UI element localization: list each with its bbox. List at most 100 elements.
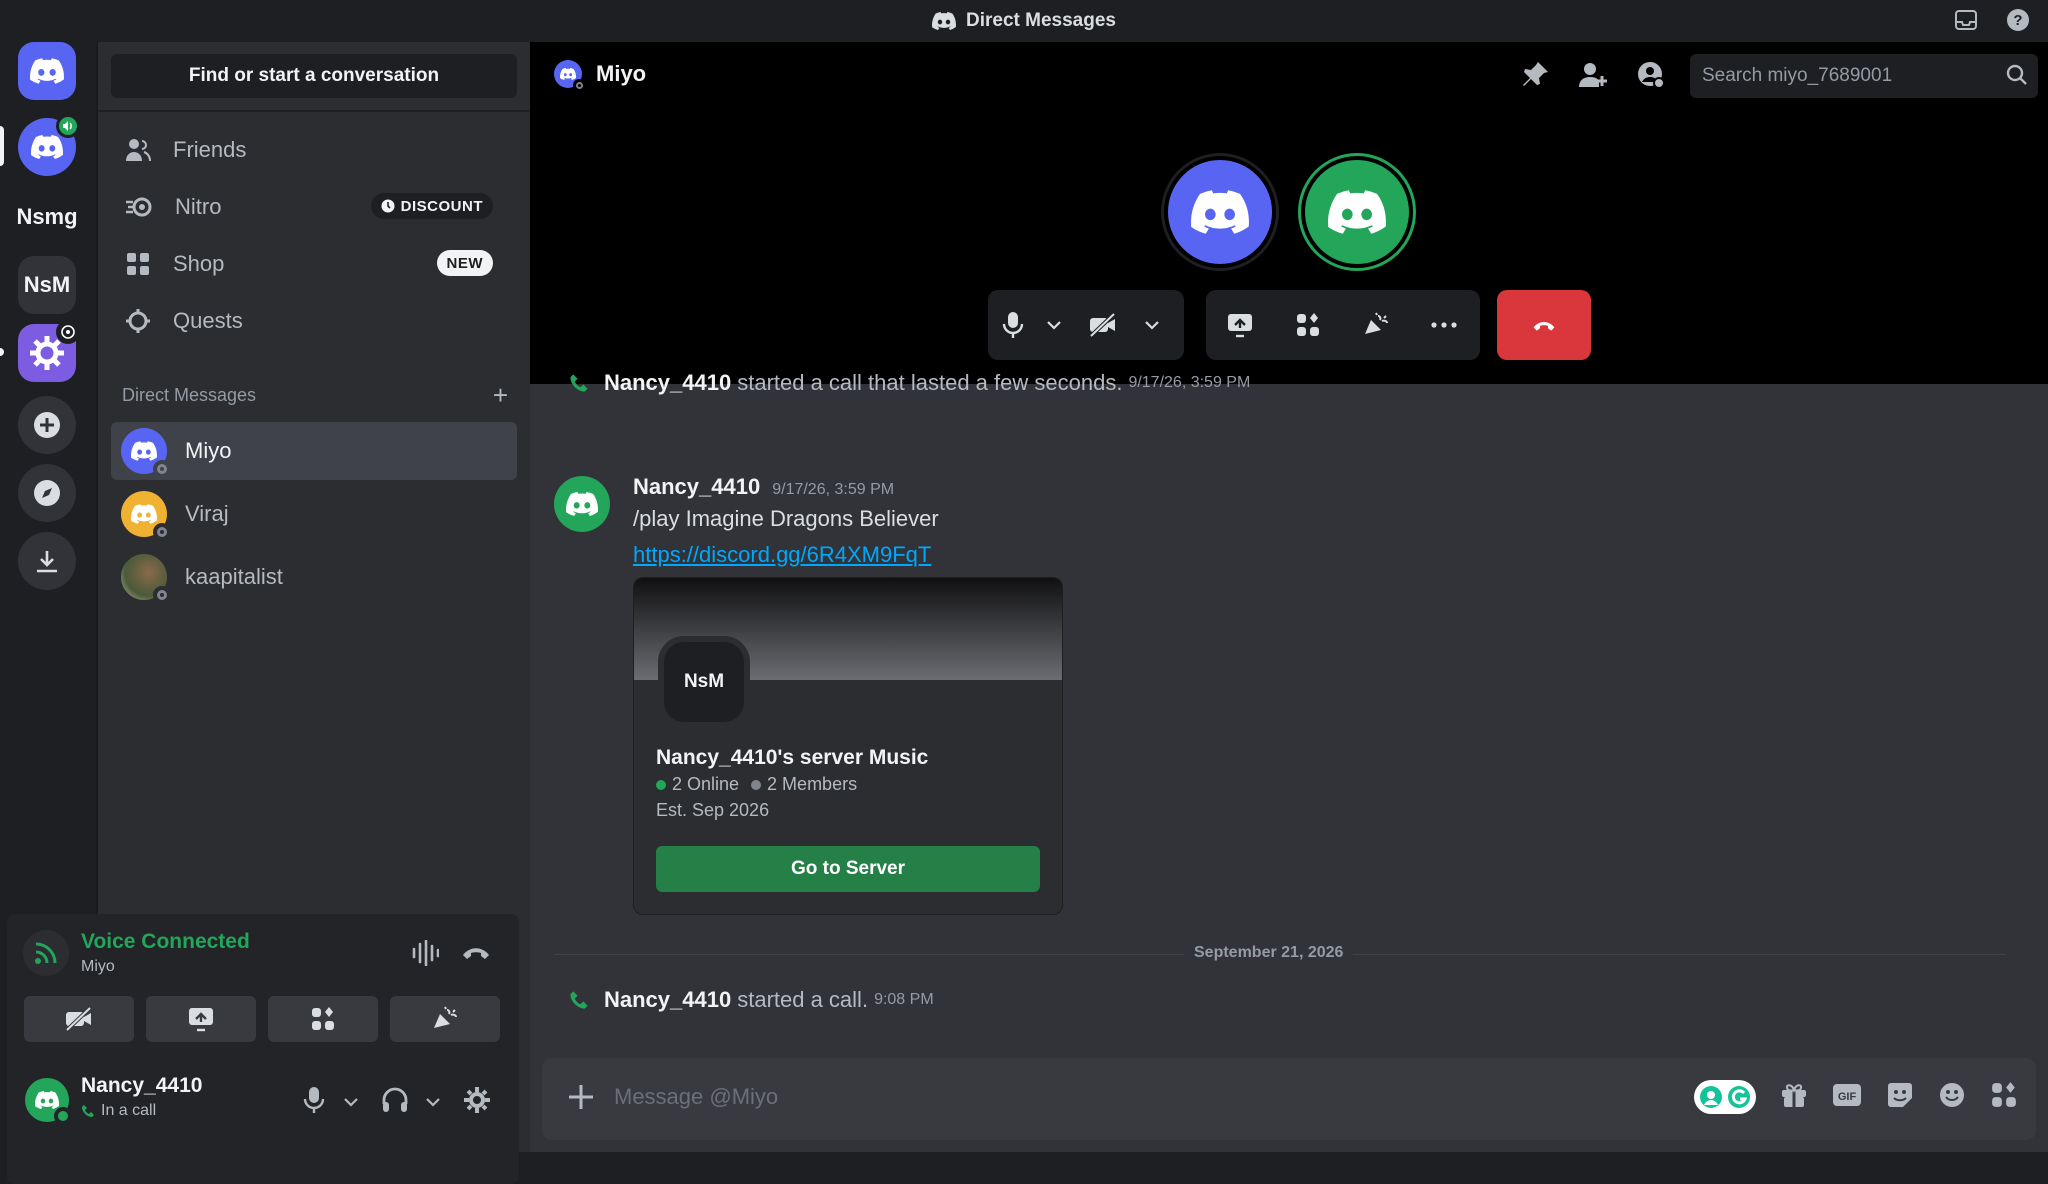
new-badge: NEW <box>436 250 493 276</box>
activities-button[interactable] <box>268 996 378 1042</box>
invite-link[interactable]: https://discord.gg/6R4XM9FqT <box>633 542 931 568</box>
create-dm-plus-icon[interactable]: + <box>493 380 508 411</box>
voice-connected-panel: Voice Connected Miyo Nancy_4410 In a cal… <box>7 914 519 1142</box>
search-input[interactable]: Search miyo_7689001 <box>1690 54 2038 98</box>
sticker-icon[interactable] <box>1886 1081 1914 1114</box>
soundboard-button[interactable] <box>390 996 500 1042</box>
selected-indicator <box>0 126 4 166</box>
message-author[interactable]: Nancy_4410 <box>604 370 731 396</box>
server-music-bot[interactable] <box>18 320 80 382</box>
activities-button[interactable] <box>1274 290 1342 360</box>
header-toolbar <box>1520 60 1666 95</box>
sidebar-item-quests[interactable]: Quests <box>111 295 517 347</box>
camera-toggle-button[interactable] <box>24 996 134 1042</box>
mic-chevron-down-icon[interactable] <box>1038 290 1070 360</box>
home-button[interactable] <box>18 42 76 100</box>
message-timestamp: 9/17/26, 3:59 PM <box>1128 374 1251 391</box>
message-input[interactable]: Message @Miyo <box>614 1084 778 1110</box>
channel-avatar <box>554 60 585 91</box>
message-text: /play Imagine Dragons Believer <box>633 506 939 531</box>
add-friends-to-dm-icon[interactable] <box>1578 60 1608 95</box>
screenshare-icon <box>189 1008 213 1032</box>
inbox-icon[interactable] <box>1952 6 1980 34</box>
mute-button[interactable] <box>988 290 1038 360</box>
discord-logo-icon <box>30 58 64 84</box>
soundboard-button[interactable] <box>1342 290 1410 360</box>
go-to-server-button[interactable]: Go to Server <box>656 846 1040 892</box>
mic-icon[interactable] <box>303 1086 325 1119</box>
window-title: Direct Messages <box>932 10 1116 32</box>
sidebar-item-friends[interactable]: Friends <box>111 124 517 176</box>
server-invite-card: NsM Nancy_4410's server Music 2 Online 2… <box>633 577 1063 915</box>
dm-name: Viraj <box>185 501 229 526</box>
more-options-icon[interactable] <box>1410 290 1478 360</box>
camera-button[interactable] <box>1070 290 1136 360</box>
user-avatar[interactable] <box>25 1078 72 1125</box>
sidebar-item-label: Nitro <box>175 194 222 219</box>
discord-logo-icon <box>932 12 956 30</box>
channel-name: Miyo <box>596 61 647 86</box>
headphones-icon[interactable] <box>381 1086 409 1119</box>
apps-icon[interactable] <box>1990 1081 2018 1114</box>
server-nsmg-label: Nsmg <box>16 204 78 229</box>
message-author[interactable]: Nancy_4410 <box>604 987 731 1013</box>
status-indicator <box>573 79 585 91</box>
voice-dm-avatar[interactable] <box>18 114 80 176</box>
user-status-text: In a call <box>101 1102 157 1119</box>
server-nsm[interactable]: NsM <box>18 256 76 314</box>
help-icon[interactable]: ? <box>2004 6 2032 34</box>
status-indicator <box>153 523 171 541</box>
message-author[interactable]: Nancy_4410 <box>633 474 760 500</box>
author-avatar[interactable] <box>554 476 610 532</box>
find-conversation-button[interactable]: Find or start a conversation <box>111 54 517 98</box>
attach-plus-icon[interactable] <box>564 1080 598 1119</box>
screenshare-button[interactable] <box>146 996 256 1042</box>
quests-icon <box>126 309 150 333</box>
mic-options-chevron-down-icon[interactable] <box>343 1094 359 1112</box>
grammarly-icon[interactable] <box>1694 1080 1756 1114</box>
voice-activity-icon[interactable] <box>411 939 440 971</box>
emoji-icon[interactable] <box>1938 1081 1966 1114</box>
svg-text:?: ? <box>2013 12 2022 29</box>
sidebar-item-shop[interactable]: Shop NEW <box>111 238 517 290</box>
call-participant-self[interactable] <box>1301 156 1413 268</box>
signal-icon <box>23 930 69 976</box>
gift-icon[interactable] <box>1780 1081 1808 1114</box>
disconnect-icon[interactable] <box>461 942 491 967</box>
disconnect-call-button[interactable] <box>1497 290 1591 360</box>
gif-icon[interactable]: GIF <box>1832 1082 1862 1113</box>
user-profile-icon[interactable] <box>1636 60 1666 95</box>
download-button[interactable] <box>18 532 76 590</box>
avatar <box>121 491 171 541</box>
dm-item-viraj[interactable]: Viraj <box>111 485 517 543</box>
hangup-icon <box>1533 322 1555 331</box>
discover-button[interactable] <box>18 464 76 522</box>
shop-icon <box>127 253 149 275</box>
settings-gear-icon[interactable] <box>463 1086 491 1119</box>
camera-off-icon <box>65 1006 92 1032</box>
screenshare-button[interactable] <box>1206 290 1274 360</box>
add-server-button[interactable] <box>18 396 76 454</box>
broadcast-icon <box>56 320 80 344</box>
main-chat-area: Miyo Search miyo_7689001 Nancy_4410 star… <box>530 42 2048 1152</box>
server-nsmg[interactable]: Nsmg <box>16 188 78 246</box>
invite-server-icon: NsM <box>658 636 750 728</box>
phone-icon <box>82 1105 94 1117</box>
online-count: 2 Online <box>672 774 740 794</box>
screenshare-icon <box>1228 314 1252 338</box>
members-dot <box>751 779 762 790</box>
camera-chevron-down-icon[interactable] <box>1136 290 1168 360</box>
call-participant-miyo[interactable] <box>1164 156 1276 268</box>
deafen-options-chevron-down-icon[interactable] <box>425 1094 441 1112</box>
status-indicator <box>153 586 171 604</box>
sidebar-item-nitro[interactable]: Nitro DISCOUNT <box>111 181 517 233</box>
dm-item-kaapitalist[interactable]: kaapitalist <box>111 548 517 606</box>
server-nsm-label: NsM <box>23 272 71 297</box>
dm-item-miyo[interactable]: Miyo <box>111 422 517 480</box>
phone-icon <box>570 374 588 392</box>
discord-logo-icon <box>1328 190 1386 234</box>
pin-icon[interactable] <box>1520 60 1550 95</box>
dm-section-header: Direct Messages <box>122 385 257 405</box>
activities-icon <box>312 1007 334 1030</box>
composer-toolbar: GIF <box>1694 1080 2018 1114</box>
